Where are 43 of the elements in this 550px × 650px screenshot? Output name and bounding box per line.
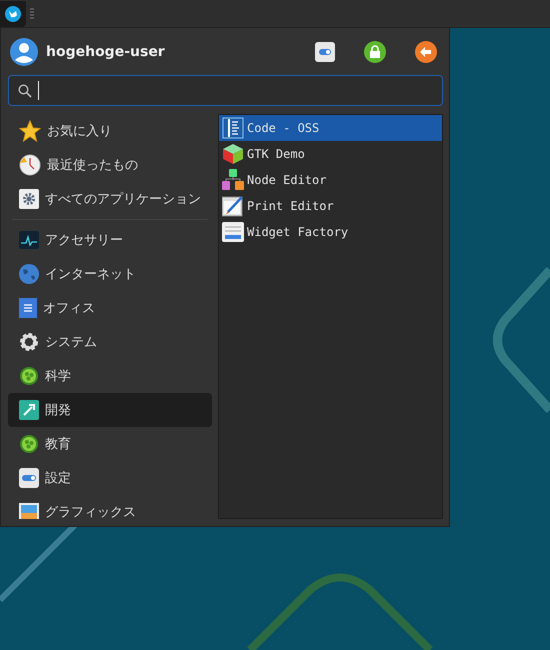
category-item[interactable]: インターネット <box>8 257 212 291</box>
category-item[interactable]: お気に入り <box>8 114 212 148</box>
node-graph-icon <box>222 169 244 191</box>
search-field[interactable] <box>8 75 443 106</box>
category-item[interactable]: オフィス <box>8 291 212 325</box>
code-editor-icon <box>222 117 244 139</box>
clock-icon <box>19 154 41 176</box>
text-cursor <box>38 81 39 100</box>
app-item[interactable]: Code - OSS <box>219 115 442 141</box>
category-item[interactable]: 開発 <box>8 393 212 427</box>
gear-icon <box>19 332 39 352</box>
category-item[interactable]: 科学 <box>8 359 212 393</box>
app-item[interactable]: Widget Factory <box>219 219 442 245</box>
lock-button[interactable] <box>364 41 386 63</box>
pencil-icon <box>222 195 244 217</box>
app-menu-button[interactable] <box>0 0 26 26</box>
toggle-icon <box>19 468 39 488</box>
search-icon <box>18 84 32 98</box>
document-icon <box>19 298 37 318</box>
app-item[interactable]: Print Editor <box>219 193 442 219</box>
logout-button[interactable] <box>415 41 437 63</box>
category-item[interactable]: アクセサリー <box>8 223 212 257</box>
settings-button[interactable] <box>315 42 335 62</box>
image-icon <box>19 503 39 519</box>
category-item[interactable]: 教育 <box>8 427 212 461</box>
category-item[interactable]: グラフィックス <box>8 495 212 519</box>
app-item[interactable]: GTK Demo <box>219 141 442 167</box>
cube-icon <box>222 143 244 165</box>
user-name: hogehoge-user <box>46 44 165 60</box>
star-icon <box>19 120 41 142</box>
app-item[interactable]: Node Editor <box>219 167 442 193</box>
panel-handle-icon[interactable] <box>30 8 34 20</box>
atom-icon <box>19 366 39 386</box>
category-item[interactable]: すべてのアプリケーション <box>8 182 212 216</box>
globe-icon <box>19 264 39 284</box>
gear-icon <box>19 189 39 209</box>
activity-monitor-icon <box>19 230 39 250</box>
category-item[interactable]: 設定 <box>8 461 212 495</box>
atom-icon <box>19 434 39 454</box>
form-window-icon <box>222 222 244 242</box>
user-avatar-icon <box>10 38 38 66</box>
category-item[interactable]: 最近使ったもの <box>8 148 212 182</box>
category-item[interactable]: システム <box>8 325 212 359</box>
